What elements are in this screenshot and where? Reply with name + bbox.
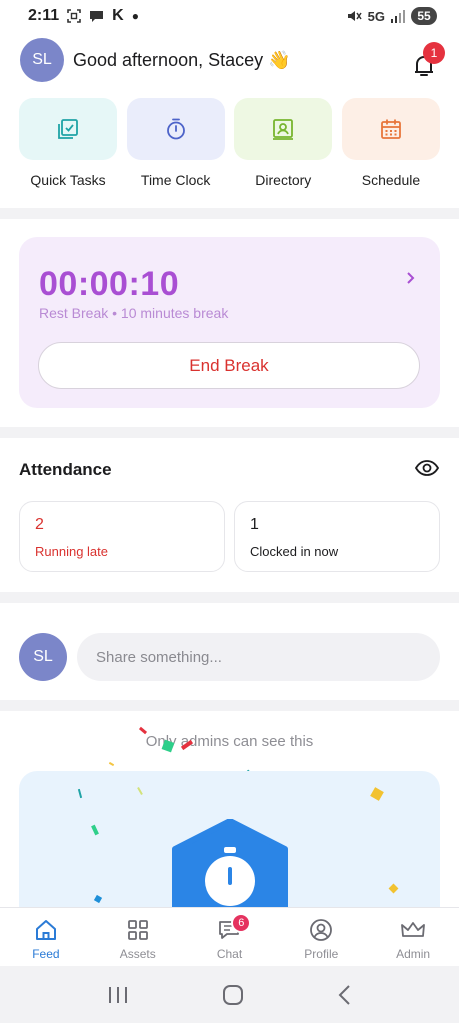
greeting-text: Good afternoon, Stacey 👋 bbox=[73, 49, 291, 70]
confetti-piece bbox=[91, 824, 99, 836]
clocked-in-card[interactable]: 1 Clocked in now bbox=[234, 501, 440, 572]
signal-icon bbox=[391, 9, 405, 23]
nav-item-admin[interactable]: Admin bbox=[367, 908, 459, 966]
stopwatch-badge-icon bbox=[172, 819, 288, 907]
system-nav-bar bbox=[0, 966, 459, 1023]
break-card[interactable]: 00:00:10 Rest Break • 10 minutes break E… bbox=[19, 237, 440, 408]
schedule-label: Schedule bbox=[361, 172, 421, 188]
section-divider bbox=[0, 700, 459, 711]
recent-apps-icon[interactable] bbox=[107, 985, 129, 1005]
attendance-title: Attendance bbox=[19, 460, 112, 479]
confetti-piece bbox=[108, 761, 115, 767]
bottom-nav: Feed Assets 6 Chat Profile Admin bbox=[0, 907, 459, 966]
confetti-piece bbox=[388, 883, 399, 894]
clocked-in-label: Clocked in now bbox=[250, 544, 339, 559]
confetti-piece bbox=[93, 894, 103, 904]
message-icon bbox=[89, 9, 104, 23]
eye-icon[interactable] bbox=[415, 458, 439, 478]
status-time: 2:11 bbox=[28, 7, 60, 24]
carrier-letter: K bbox=[112, 7, 124, 24]
time-clock-tile[interactable] bbox=[126, 98, 225, 160]
grid-icon bbox=[127, 920, 148, 940]
schedule-tile[interactable] bbox=[341, 98, 440, 160]
end-break-button[interactable]: End Break bbox=[38, 342, 420, 389]
nav-label-profile: Profile bbox=[304, 947, 339, 961]
quick-tasks-button[interactable]: Quick Tasks bbox=[19, 98, 117, 188]
battery-indicator: 55 bbox=[411, 7, 437, 25]
directory-button[interactable]: Directory bbox=[234, 98, 333, 188]
nav-item-assets[interactable]: Assets bbox=[92, 908, 184, 966]
contact-card-icon bbox=[273, 119, 294, 140]
notifications-button[interactable]: 1 bbox=[409, 42, 445, 78]
confetti-piece bbox=[161, 739, 175, 753]
back-icon[interactable] bbox=[337, 984, 353, 1006]
network-label: 5G bbox=[367, 8, 385, 24]
quick-actions: Quick Tasks Time Clock Directory Schedul… bbox=[0, 98, 459, 188]
time-clock-label: Time Clock bbox=[140, 172, 211, 188]
status-bar: 2:11 K ● 5G 55 bbox=[0, 0, 459, 32]
confetti-piece bbox=[370, 787, 384, 801]
break-timer: 00:00:10 bbox=[39, 265, 180, 303]
dot-icon: ● bbox=[131, 9, 139, 23]
chevron-right-icon[interactable] bbox=[406, 271, 416, 285]
nav-label-admin: Admin bbox=[396, 947, 431, 961]
running-late-count: 2 bbox=[35, 516, 44, 533]
schedule-button[interactable]: Schedule bbox=[341, 98, 440, 188]
share-row: SL Share something... bbox=[19, 633, 440, 681]
nav-label-feed: Feed bbox=[32, 947, 60, 961]
stopwatch-icon bbox=[166, 118, 185, 140]
quick-tasks-tile[interactable] bbox=[19, 98, 117, 160]
calendar-icon bbox=[381, 119, 401, 139]
header: SL Good afternoon, Stacey 👋 1 bbox=[0, 36, 459, 84]
notification-badge: 1 bbox=[423, 42, 445, 64]
directory-tile[interactable] bbox=[234, 98, 333, 160]
section-divider bbox=[0, 427, 459, 438]
home-button-icon[interactable] bbox=[222, 984, 244, 1006]
admin-visibility-note: Only admins can see this bbox=[145, 733, 314, 750]
share-input[interactable]: Share something... bbox=[77, 633, 440, 681]
screenshot-icon bbox=[67, 9, 81, 23]
mute-icon bbox=[347, 9, 362, 23]
nav-item-chat[interactable]: 6 Chat bbox=[184, 908, 276, 966]
checklist-icon bbox=[58, 119, 78, 139]
nav-label-chat: Chat bbox=[216, 947, 243, 961]
section-divider bbox=[0, 208, 459, 219]
directory-label: Directory bbox=[255, 172, 312, 188]
chat-badge: 6 bbox=[231, 913, 252, 933]
confetti-piece bbox=[137, 787, 143, 795]
section-divider bbox=[0, 592, 459, 603]
break-subtitle: Rest Break • 10 minutes break bbox=[39, 305, 229, 321]
crown-icon bbox=[401, 922, 425, 937]
avatar[interactable]: SL bbox=[20, 38, 64, 82]
running-late-label: Running late bbox=[35, 544, 108, 559]
running-late-card[interactable]: 2 Running late bbox=[19, 501, 225, 572]
nav-item-feed[interactable]: Feed bbox=[0, 908, 92, 966]
admin-promo-card[interactable] bbox=[19, 771, 440, 907]
avatar[interactable]: SL bbox=[19, 633, 67, 681]
home-icon bbox=[35, 920, 56, 940]
clocked-in-count: 1 bbox=[250, 516, 259, 533]
profile-icon bbox=[310, 919, 333, 941]
nav-label-assets: Assets bbox=[119, 947, 156, 961]
quick-tasks-label: Quick Tasks bbox=[30, 172, 106, 188]
nav-item-profile[interactable]: Profile bbox=[275, 908, 367, 966]
confetti-piece bbox=[77, 788, 83, 799]
time-clock-button[interactable]: Time Clock bbox=[126, 98, 225, 188]
